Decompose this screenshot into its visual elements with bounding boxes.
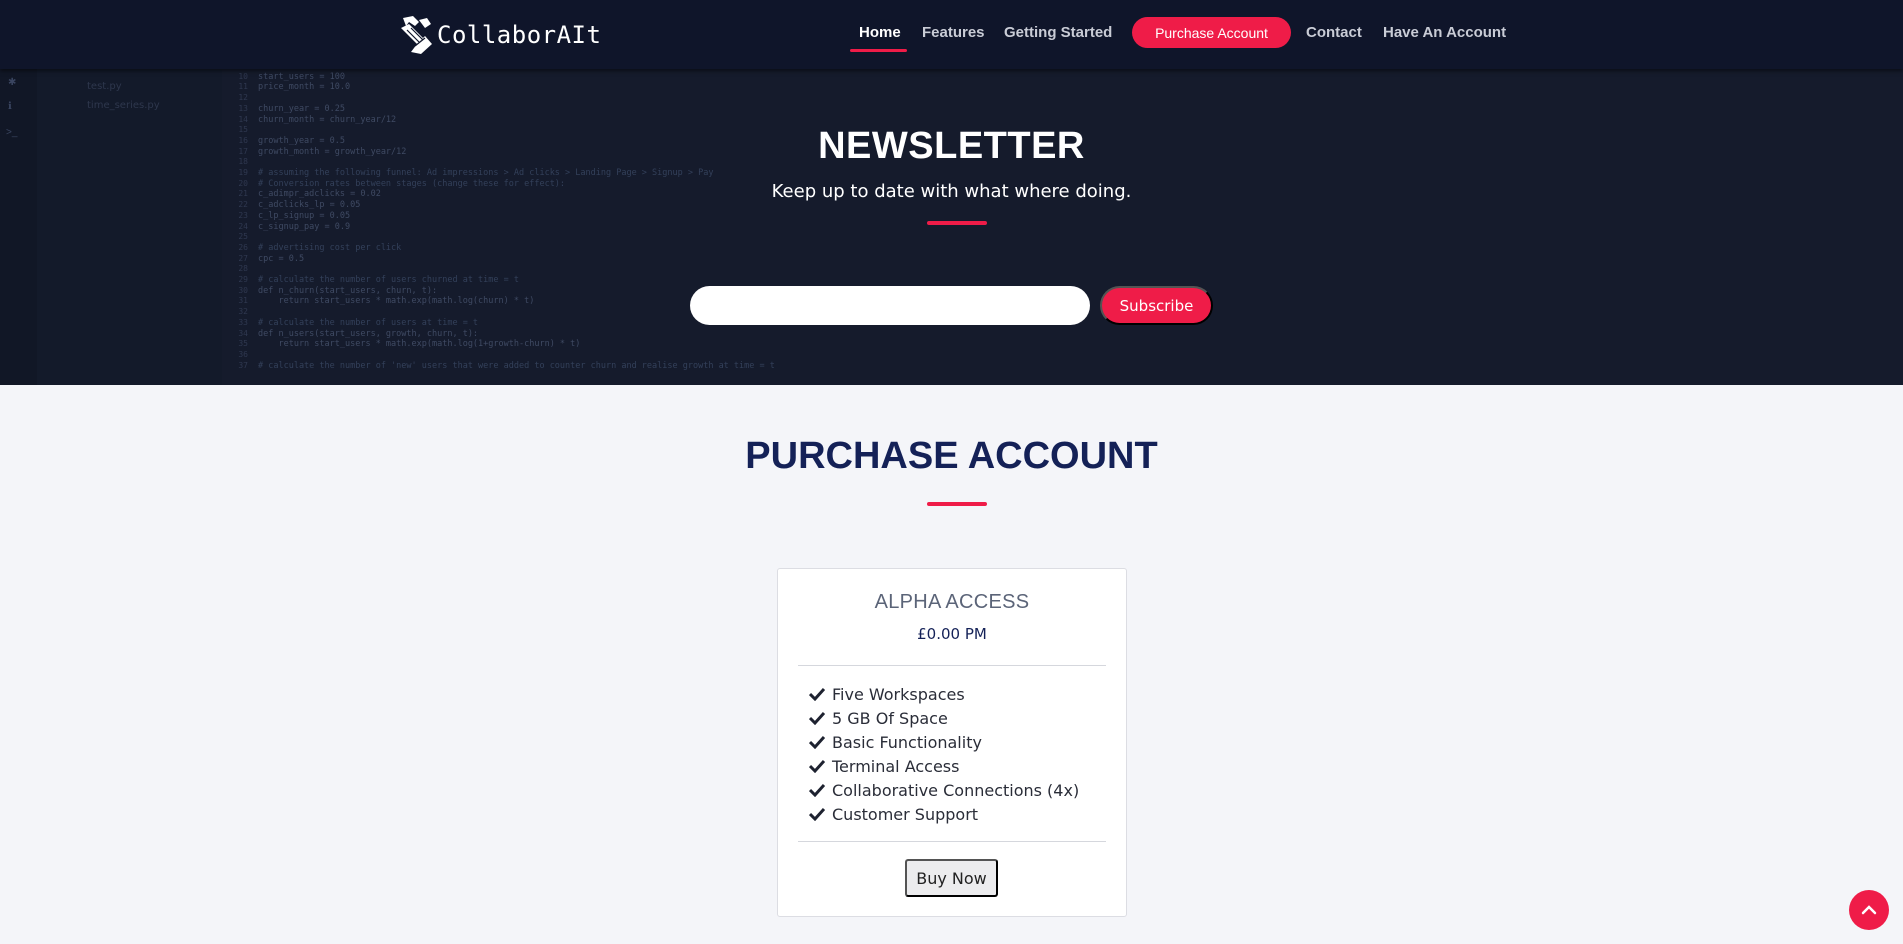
code-line: return start_users * math.exp(math.log(1… <box>258 339 581 350</box>
code-line: price_month = 10.0 <box>258 82 351 93</box>
email-input[interactable] <box>690 286 1090 325</box>
code-line: # calculate the number of 'new' users th… <box>258 360 775 371</box>
newsletter-section: ✱ ℹ >_ test.py time_series.py 9 10 11 12… <box>0 69 1903 385</box>
list-item: Five Workspaces <box>809 682 1079 706</box>
purchase-account-title: PURCHASE ACCOUNT <box>745 435 1158 477</box>
check-icon <box>809 783 825 797</box>
card-divider <box>798 665 1106 666</box>
navbar: CollaborAIt Home Features Getting Starte… <box>0 0 1903 69</box>
bug-icon: ✱ <box>8 77 17 88</box>
nav-purchase-account-button[interactable]: Purchase Account <box>1132 17 1291 48</box>
list-item: Customer Support <box>809 802 1079 826</box>
list-item: Terminal Access <box>809 754 1079 778</box>
plan-price: £0.00 PM <box>917 625 987 643</box>
code-line: # advertising cost per click <box>258 242 402 253</box>
check-icon <box>809 759 825 773</box>
list-item: Basic Functionality <box>809 730 1079 754</box>
check-icon <box>809 711 825 725</box>
code-editor-activity-bar: ✱ ℹ >_ <box>0 69 37 385</box>
code-line: c_lp_signup = 0.05 <box>258 210 351 221</box>
code-background: #start_users = 100price_month = 10.0 chu… <box>258 69 775 371</box>
code-line: cpc = 0.5 <box>258 253 305 264</box>
pricing-card: ALPHA ACCESS £0.00 PM Five Workspaces 5 … <box>777 568 1127 917</box>
code-line: # assuming the following funnel: Ad impr… <box>258 168 714 179</box>
feature-label: Five Workspaces <box>832 684 965 704</box>
code-line-numbers: 9 10 11 12 13 14 15 16 17 18 19 20 21 22… <box>238 69 248 370</box>
code-line: # calculate the number of users churned … <box>258 275 519 286</box>
check-icon <box>809 687 825 701</box>
check-icon <box>809 735 825 749</box>
nav-home[interactable]: Home <box>859 24 901 41</box>
feature-label: Terminal Access <box>832 756 960 776</box>
title-divider <box>927 502 987 506</box>
title-divider <box>927 221 987 225</box>
code-line: churn_month = churn_year/12 <box>258 114 397 125</box>
info-icon: ℹ <box>8 101 12 112</box>
code-line: c_signup_pay = 0.9 <box>258 221 351 232</box>
card-divider <box>798 841 1106 842</box>
chevron-up-icon <box>1861 905 1877 915</box>
feature-label: Collaborative Connections (4x) <box>832 780 1080 800</box>
feature-label: 5 GB Of Space <box>832 708 948 728</box>
subscribe-button[interactable]: Subscribe <box>1100 286 1213 325</box>
feature-label: Basic Functionality <box>832 732 982 752</box>
code-line: start_users = 100 <box>258 71 345 82</box>
nav-active-indicator <box>850 49 907 52</box>
brand-logo[interactable]: CollaborAIt <box>397 14 601 56</box>
list-item: Collaborative Connections (4x) <box>809 778 1079 802</box>
file-item: time_series.py <box>87 100 160 111</box>
hand-shake-logo-icon <box>401 16 432 54</box>
code-editor-file-tree: test.py time_series.py <box>37 69 222 385</box>
nav-contact[interactable]: Contact <box>1306 24 1362 41</box>
scroll-to-top-button[interactable] <box>1849 890 1889 930</box>
nav-have-an-account[interactable]: Have An Account <box>1383 24 1506 41</box>
nav-getting-started[interactable]: Getting Started <box>1004 24 1112 41</box>
newsletter-title: NEWSLETTER <box>818 125 1085 167</box>
check-icon <box>809 807 825 821</box>
feature-list: Five Workspaces 5 GB Of Space Basic Func… <box>809 682 1079 826</box>
newsletter-subtitle: Keep up to date with what where doing. <box>771 181 1132 202</box>
list-item: 5 GB Of Space <box>809 706 1079 730</box>
brand-name: CollaborAIt <box>437 21 602 49</box>
code-line: def n_users(start_users, growth, churn, … <box>258 328 479 339</box>
code-line: churn_year = 0.25 <box>258 103 345 114</box>
feature-label: Customer Support <box>832 804 979 824</box>
plan-name: ALPHA ACCESS <box>874 591 1030 613</box>
file-item: test.py <box>87 81 122 92</box>
buy-now-button[interactable]: Buy Now <box>905 859 998 897</box>
nav-features[interactable]: Features <box>922 24 985 41</box>
